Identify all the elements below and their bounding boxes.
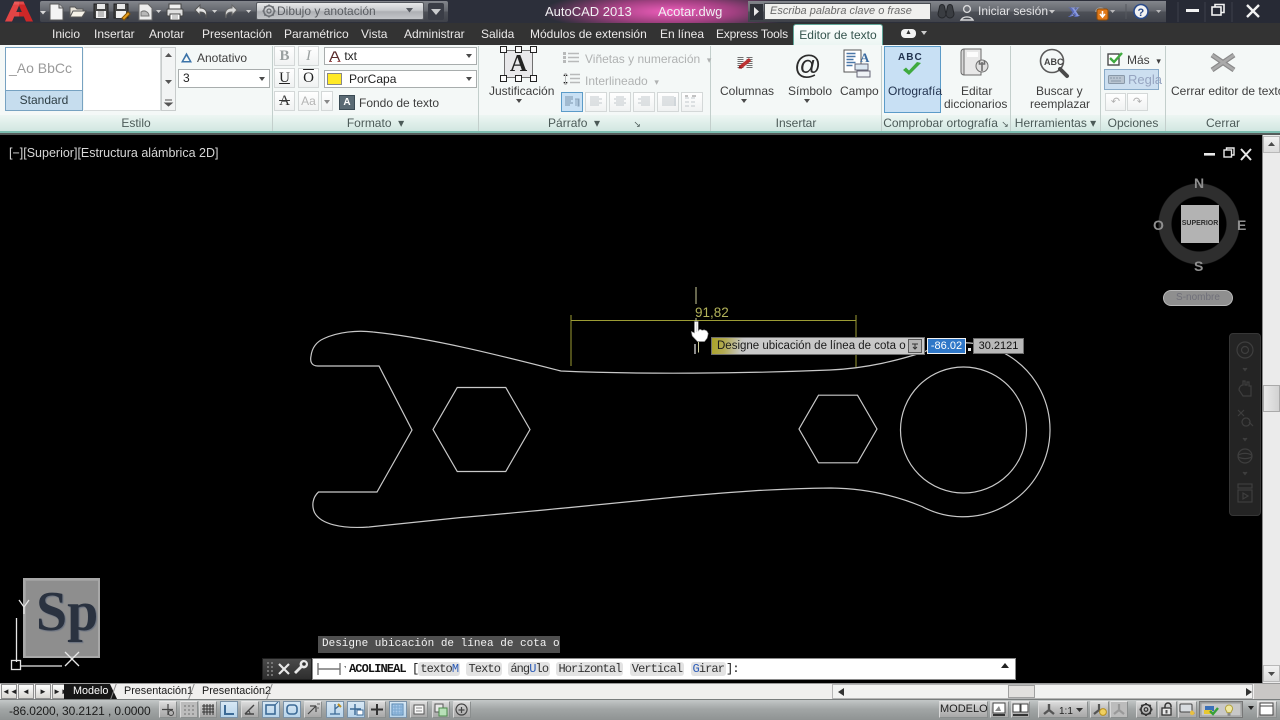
svg-text:ABC: ABC — [1044, 57, 1064, 67]
svg-text:X: X — [1071, 4, 1081, 19]
svg-text:91,82: 91,82 — [695, 305, 729, 320]
svg-text:1:1: 1:1 — [1059, 706, 1073, 717]
svg-text:A: A — [860, 50, 870, 65]
svg-text:?: ? — [1138, 7, 1145, 19]
